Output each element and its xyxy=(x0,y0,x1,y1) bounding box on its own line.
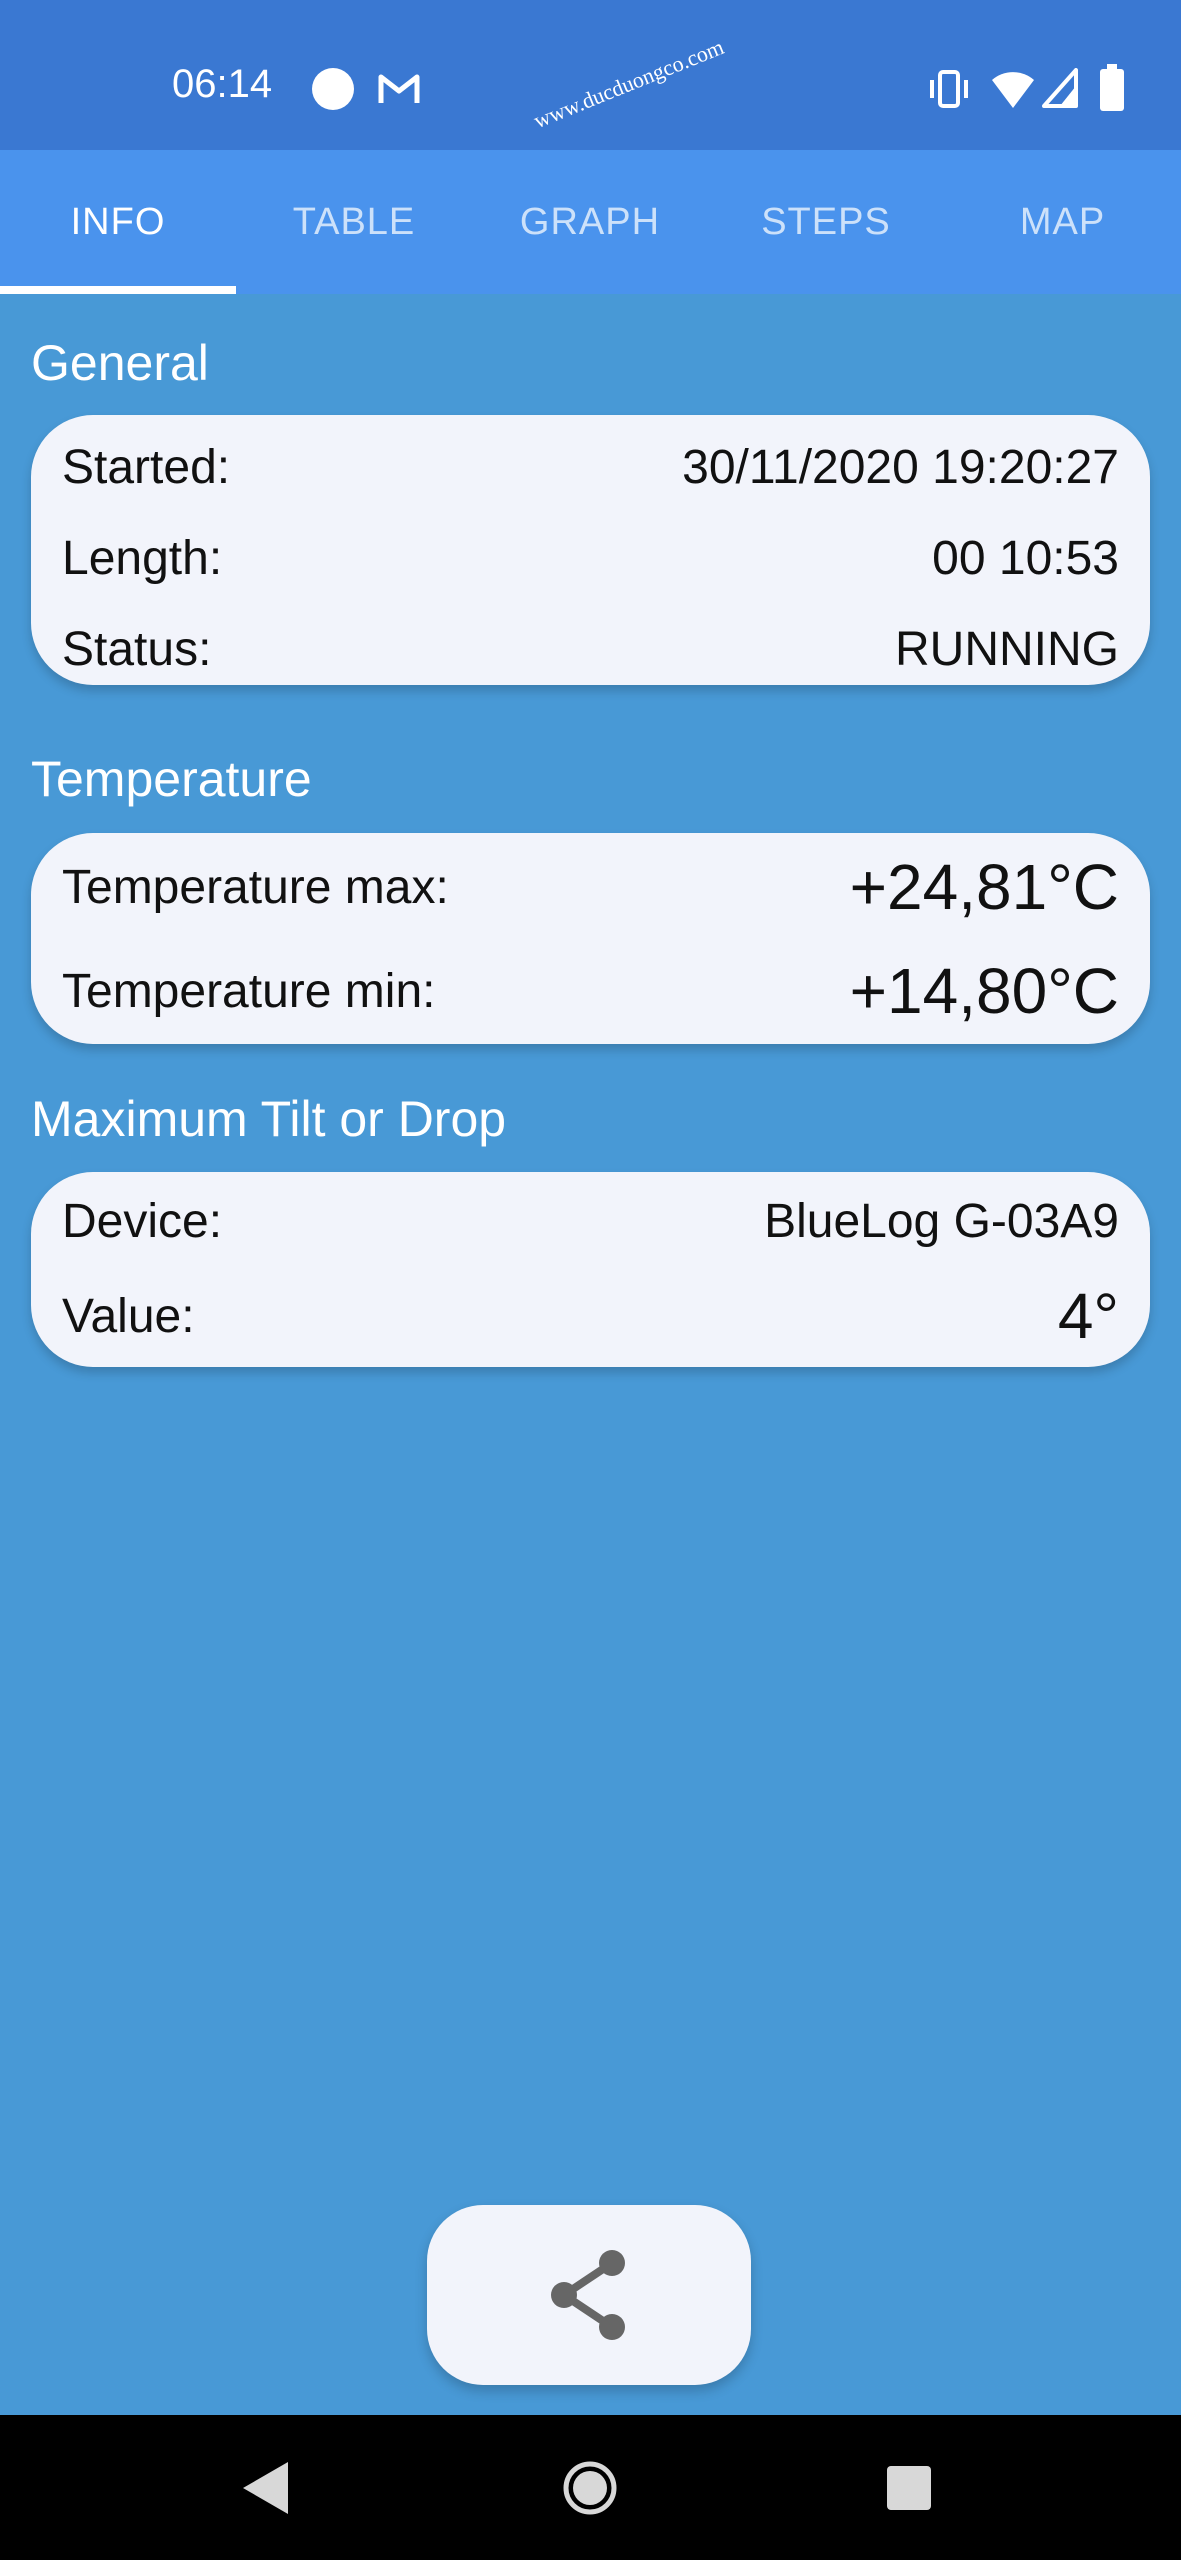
temperature-max-value: +24,81°C xyxy=(849,851,1119,923)
share-button[interactable] xyxy=(427,2205,751,2385)
tilt-card: Device: BlueLog G-03A9 Value: 4° xyxy=(31,1172,1150,1367)
tab-graph[interactable]: GRAPH xyxy=(472,150,708,294)
started-value: 30/11/2020 19:20:27 xyxy=(682,440,1119,494)
temperature-card: Temperature max: +24,81°C Temperature mi… xyxy=(31,833,1150,1044)
tilt-value-row: Value: 4° xyxy=(62,1276,1119,1356)
length-value: 00 10:53 xyxy=(932,531,1119,585)
battery-icon xyxy=(1100,64,1124,111)
status-time: 06:14 xyxy=(172,62,273,106)
recents-icon[interactable] xyxy=(885,2464,933,2512)
back-icon[interactable] xyxy=(240,2460,290,2516)
tilt-value: 4° xyxy=(1057,1280,1119,1352)
tab-steps[interactable]: STEPS xyxy=(708,150,944,294)
device-label: Device: xyxy=(62,1194,223,1248)
device-row: Device: BlueLog G-03A9 xyxy=(62,1186,1119,1256)
dot-icon xyxy=(312,68,354,110)
length-row: Length: 00 10:53 xyxy=(62,526,1119,590)
temperature-min-row: Temperature min: +14,80°C xyxy=(62,949,1119,1033)
status-label: Status: xyxy=(62,622,212,676)
vibrate-icon xyxy=(930,70,968,108)
status-value: RUNNING xyxy=(895,622,1119,676)
signal-icon xyxy=(1042,68,1078,108)
length-label: Length: xyxy=(62,531,223,585)
started-label: Started: xyxy=(62,440,231,494)
watermark: www.ducduongco.com xyxy=(530,34,728,134)
temperature-min-label: Temperature min: xyxy=(62,964,436,1018)
temperature-min-value: +14,80°C xyxy=(849,955,1119,1027)
device-value: BlueLog G-03A9 xyxy=(764,1194,1119,1248)
tab-info[interactable]: INFO xyxy=(0,150,236,294)
section-title-general: General xyxy=(31,335,209,391)
home-icon[interactable] xyxy=(562,2460,618,2516)
active-tab-indicator xyxy=(0,286,236,294)
tab-table[interactable]: TABLE xyxy=(236,150,472,294)
share-icon xyxy=(551,2250,625,2340)
temperature-max-row: Temperature max: +24,81°C xyxy=(62,845,1119,929)
tab-map[interactable]: MAP xyxy=(944,150,1181,294)
status-bar: 06:14 www.ducduongco.com xyxy=(0,0,1181,150)
status-row: Status: RUNNING xyxy=(62,617,1119,681)
tab-bar: INFO TABLE GRAPH STEPS MAP xyxy=(0,150,1181,294)
wifi-icon xyxy=(992,72,1034,108)
started-row: Started: 30/11/2020 19:20:27 xyxy=(62,435,1119,499)
temperature-max-label: Temperature max: xyxy=(62,860,449,914)
general-card: Started: 30/11/2020 19:20:27 Length: 00 … xyxy=(31,415,1150,685)
tilt-value-label: Value: xyxy=(62,1289,195,1343)
gmail-icon xyxy=(378,74,420,103)
section-title-temperature: Temperature xyxy=(31,751,312,807)
section-title-tilt: Maximum Tilt or Drop xyxy=(31,1091,507,1147)
